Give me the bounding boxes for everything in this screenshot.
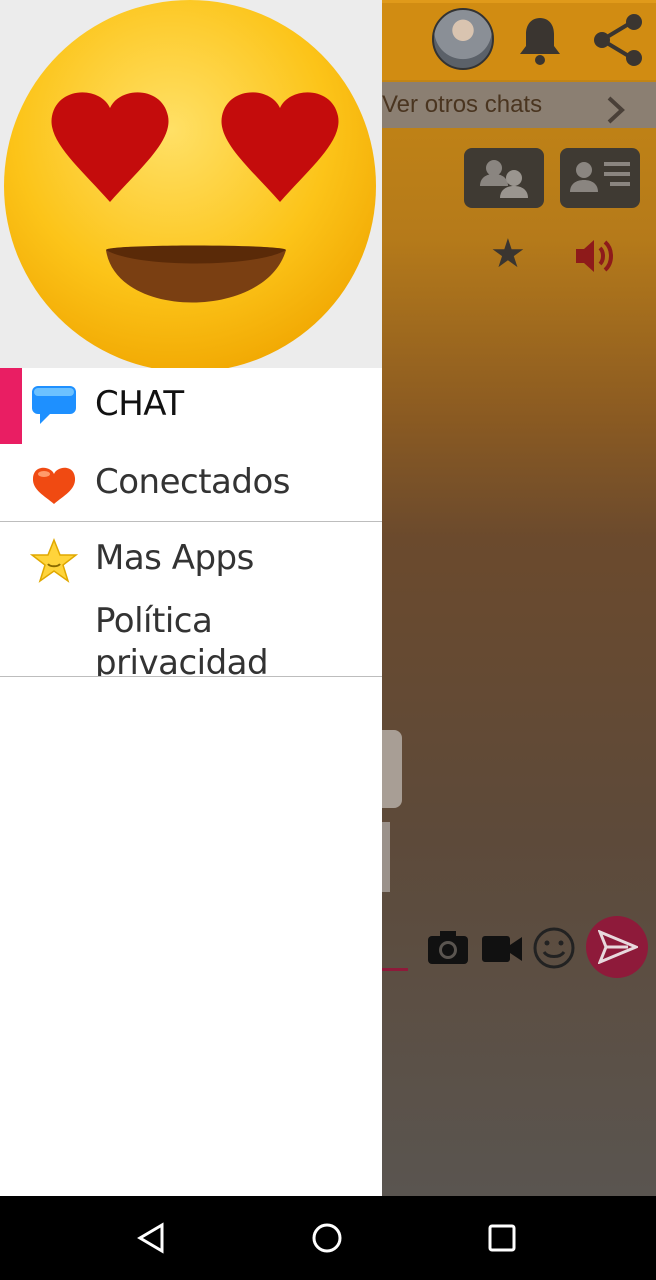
emoji-icon[interactable]	[532, 926, 576, 974]
chevron-right-icon	[606, 94, 626, 140]
drawer-item-politica-privacidad[interactable]: Política privacidad	[0, 600, 382, 676]
user-avatar[interactable]	[432, 8, 494, 70]
divider	[0, 676, 382, 677]
system-navigation-bar	[0, 1196, 656, 1280]
favorite-star-icon[interactable]: ★	[490, 234, 526, 274]
drawer-item-chat[interactable]: CHAT	[0, 368, 382, 444]
other-chats-label: Ver otros chats	[382, 91, 543, 118]
drawer-item-label: CHAT	[95, 384, 184, 424]
back-icon[interactable]	[136, 1222, 166, 1258]
bell-icon[interactable]	[516, 14, 564, 70]
drawer-item-conectados[interactable]: Conectados	[0, 446, 382, 522]
message-input[interactable]	[382, 968, 408, 971]
share-icon[interactable]	[590, 12, 646, 72]
heart-icon	[30, 462, 78, 510]
home-icon[interactable]	[311, 1222, 343, 1258]
recents-icon[interactable]	[487, 1222, 517, 1258]
send-button[interactable]	[586, 916, 648, 978]
video-camera-icon[interactable]	[480, 932, 524, 970]
drawer-item-label: Conectados	[95, 462, 290, 502]
drawer-item-mas-apps[interactable]: Mas Apps	[0, 522, 382, 598]
active-indicator	[0, 368, 22, 444]
chat-bubble-icon	[30, 384, 78, 432]
star-icon	[29, 537, 79, 588]
camera-icon[interactable]	[426, 928, 470, 972]
user-list-button[interactable]	[560, 148, 640, 208]
send-icon	[598, 930, 638, 964]
drawer-item-label: Mas Apps	[95, 538, 254, 578]
drawer-item-label: Política privacidad	[95, 601, 269, 676]
speaker-icon[interactable]	[574, 236, 616, 280]
heart-eyes-emoji-icon	[4, 0, 376, 368]
group-users-button[interactable]	[464, 148, 544, 208]
navigation-drawer: CHAT Conectados Mas Apps Política privac…	[0, 0, 382, 1196]
other-chats-button[interactable]: Ver otros chats	[382, 82, 656, 128]
drawer-header	[0, 0, 382, 368]
message-bubble	[382, 730, 402, 808]
message-bubble	[382, 822, 390, 892]
